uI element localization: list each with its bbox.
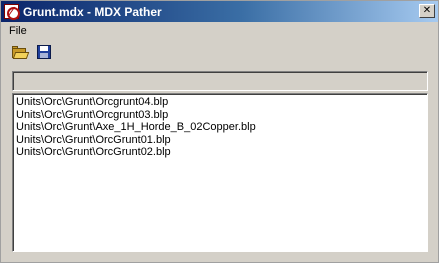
- menu-file[interactable]: File: [3, 25, 33, 37]
- open-folder-icon[interactable]: [11, 44, 30, 61]
- save-disk-icon[interactable]: [35, 44, 53, 61]
- list-item[interactable]: Units\Orc\Grunt\OrcGrunt01.blp: [16, 134, 424, 147]
- list-item[interactable]: Units\Orc\Grunt\Axe_1H_Horde_B_02Copper.…: [16, 121, 424, 134]
- close-button[interactable]: ✕: [419, 4, 435, 18]
- list-item[interactable]: Units\Orc\Grunt\OrcGrunt02.blp: [16, 146, 424, 159]
- texture-path-list[interactable]: Units\Orc\Grunt\Orcgrunt04.blp Units\Orc…: [12, 93, 428, 252]
- list-item[interactable]: Units\Orc\Grunt\Orcgrunt03.blp: [16, 109, 424, 122]
- app-icon[interactable]: [4, 4, 20, 20]
- menu-bar: File: [3, 23, 33, 39]
- path-field[interactable]: [12, 71, 428, 91]
- list-item[interactable]: Units\Orc\Grunt\Orcgrunt04.blp: [16, 96, 424, 109]
- toolbar: [11, 44, 53, 61]
- app-window: Grunt.mdx - MDX Pather ✕ File Units\Orc\…: [0, 0, 439, 263]
- window-title: Grunt.mdx - MDX Pather: [23, 4, 162, 19]
- title-bar[interactable]: Grunt.mdx - MDX Pather ✕: [1, 1, 438, 22]
